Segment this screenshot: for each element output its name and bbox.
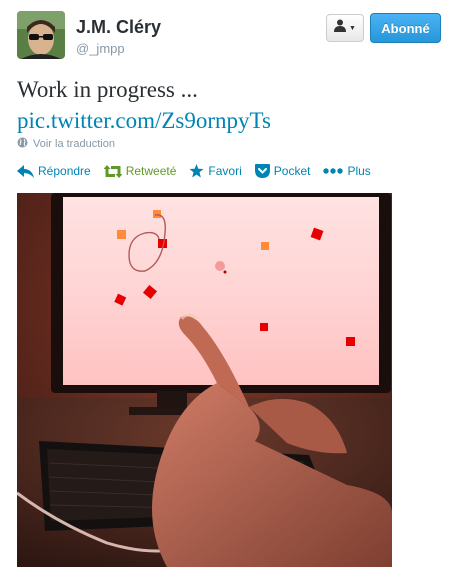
more-label: Plus (347, 164, 371, 178)
tweet-actions: Répondre Retweeté Favori Pocket Plus (17, 164, 371, 178)
reply-arrow-icon (17, 164, 34, 178)
retweet-icon (103, 164, 122, 178)
tweet-photo[interactable] (17, 193, 392, 567)
retweet-label: Retweeté (125, 164, 177, 178)
tweet-media-link[interactable]: pic.twitter.com/Zs9ornpyTs (17, 105, 447, 136)
tweet-text: Work in progress ... pic.twitter.com/Zs9… (17, 74, 447, 136)
favorite-label: Favori (208, 164, 242, 178)
avatar[interactable] (17, 11, 65, 59)
user-handle[interactable]: @_jmpp (76, 41, 125, 56)
globe-icon (17, 137, 28, 151)
user-name[interactable]: J.M. Cléry (76, 17, 161, 38)
retweet-button[interactable]: Retweeté (103, 164, 177, 178)
person-icon (334, 19, 347, 37)
reply-button[interactable]: Répondre (17, 164, 91, 178)
star-icon (189, 164, 204, 178)
follow-button[interactable]: Abonné (370, 13, 441, 43)
pocket-icon (254, 164, 270, 178)
reply-label: Répondre (38, 164, 91, 178)
ellipsis-icon (323, 168, 344, 174)
favorite-button[interactable]: Favori (189, 164, 242, 178)
translate-label: Voir la traduction (33, 138, 115, 150)
more-button[interactable]: Plus (323, 164, 371, 178)
user-actions-dropdown[interactable]: ▼ (326, 14, 364, 42)
pocket-button[interactable]: Pocket (254, 164, 311, 178)
tweet-body: Work in progress ... (17, 77, 198, 102)
chevron-down-icon: ▼ (349, 24, 356, 32)
tweet-card: J.M. Cléry @_jmpp ▼ Abonné Work in progr… (0, 0, 464, 577)
pocket-label: Pocket (273, 164, 311, 178)
translate-link[interactable]: Voir la traduction (17, 137, 115, 151)
